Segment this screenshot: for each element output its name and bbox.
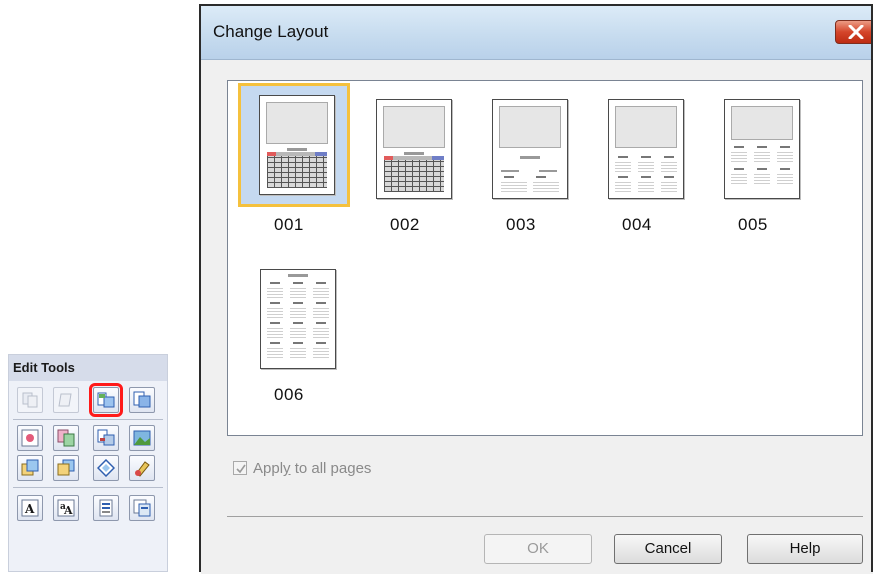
help-button[interactable]: Help (747, 534, 863, 564)
edit-tools-panel: Edit Tools A aA (8, 354, 168, 572)
copy-page-icon (22, 392, 38, 408)
dialog-title: Change Layout (213, 22, 329, 41)
apply-to-all-pages-label: Apply to all pages (253, 460, 372, 477)
layout-thumbnail-003 (492, 99, 568, 199)
color-icon (135, 461, 150, 477)
layout-list: 001 002 003 004 005 006 (227, 80, 863, 436)
date-settings-icon (99, 499, 113, 517)
svg-text:A: A (24, 502, 35, 516)
layout-label: 002 (390, 215, 420, 234)
dialog-body: 001 002 003 004 005 006 Apply to all pag… (201, 60, 873, 574)
dialog-separator (227, 516, 863, 517)
crop-button[interactable] (93, 425, 119, 451)
svg-text:A: A (63, 504, 73, 517)
layout-item-005[interactable]: 005 (698, 83, 810, 234)
checkbox-box[interactable] (233, 461, 247, 475)
cancel-button[interactable]: Cancel (614, 534, 722, 564)
layout-label: 006 (274, 385, 304, 404)
layout-item-006[interactable]: 006 (234, 253, 346, 404)
background-icon (133, 430, 151, 446)
change-layout-button[interactable] (89, 383, 123, 417)
color-button[interactable] (129, 455, 155, 481)
layout-thumbnail-005 (724, 99, 800, 199)
send-backward-icon (57, 459, 75, 476)
change-layout-icon (97, 392, 115, 408)
image-effects-icon (57, 429, 75, 447)
layout-thumbnail-004 (608, 99, 684, 199)
layout-item-003[interactable]: 003 (466, 83, 578, 234)
change-layout-dialog: Change Layout 001 002 003 004 005 006 Ap… (199, 4, 873, 574)
image-effects-button[interactable] (53, 425, 79, 451)
frame-icon (97, 459, 115, 477)
add-text-icon: A (21, 499, 39, 517)
bring-forward-icon (21, 459, 39, 476)
change-page-icon (133, 391, 151, 408)
add-text-button[interactable]: A (17, 495, 43, 521)
tools-separator (13, 487, 163, 488)
vertical-text-button[interactable]: aA (53, 495, 79, 521)
dialog-titlebar[interactable]: Change Layout (201, 6, 873, 60)
close-icon (848, 25, 864, 39)
close-button[interactable] (835, 20, 873, 44)
layout-item-004[interactable]: 004 (582, 83, 694, 234)
layout-selection-highlight (238, 83, 350, 207)
layout-label: 001 (274, 215, 304, 234)
layout-thumbnail-006 (260, 269, 336, 369)
date-settings-button[interactable] (93, 495, 119, 521)
layout-label: 005 (738, 215, 768, 234)
vertical-text-icon: aA (57, 499, 75, 517)
layout-thumbnail-001 (259, 95, 335, 195)
background-button[interactable] (129, 425, 155, 451)
calendar-settings-icon (133, 499, 151, 517)
tools-separator (13, 419, 163, 420)
add-image-icon (21, 429, 39, 447)
frame-button[interactable] (93, 455, 119, 481)
layout-label: 003 (506, 215, 536, 234)
layout-label: 004 (622, 215, 652, 234)
ok-button[interactable]: OK (484, 534, 592, 564)
edit-tools-title: Edit Tools (9, 355, 167, 381)
change-page-button[interactable] (129, 387, 155, 413)
copy-page-button[interactable] (17, 387, 43, 413)
send-backward-button[interactable] (53, 455, 79, 481)
layout-item-001[interactable]: 001 (234, 83, 350, 234)
layout-thumbnail-002 (376, 99, 452, 199)
layout-item-002[interactable]: 002 (350, 83, 462, 234)
crop-icon (97, 429, 115, 446)
bring-forward-button[interactable] (17, 455, 43, 481)
add-image-button[interactable] (17, 425, 43, 451)
paste-page-button[interactable] (53, 387, 79, 413)
paste-page-icon (58, 393, 72, 407)
calendar-settings-button[interactable] (129, 495, 155, 521)
checkmark-icon (236, 464, 246, 474)
